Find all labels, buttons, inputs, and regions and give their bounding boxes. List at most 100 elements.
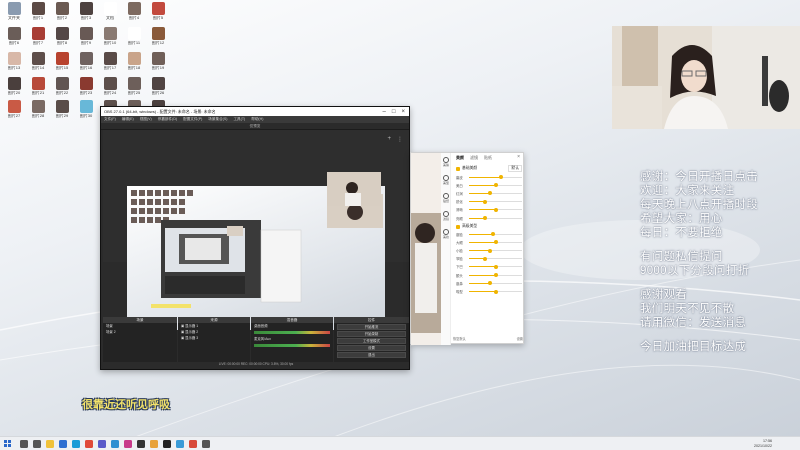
obs-menu-item[interactable]: 配置文件(P): [183, 117, 202, 122]
beauty-slider[interactable]: 大眼: [453, 238, 525, 246]
desktop-icon[interactable]: 图片20: [3, 77, 25, 99]
desktop-icon[interactable]: 图片23: [75, 77, 97, 99]
slider-knob[interactable]: [482, 199, 487, 204]
obs-menu-item[interactable]: 文件(F): [104, 117, 116, 122]
preview-menu-icon[interactable]: ⋮: [397, 136, 403, 143]
slider-track[interactable]: [469, 183, 522, 188]
beauty-nav-item[interactable]: 美妆: [441, 225, 451, 243]
desktop-icon[interactable]: 图片21: [27, 77, 49, 99]
beauty-nav-item[interactable]: 贴纸: [441, 189, 451, 207]
slider-track[interactable]: [469, 289, 522, 294]
desktop-icon[interactable]: 文档: [99, 2, 121, 24]
desktop-icon[interactable]: 图片24: [99, 77, 121, 99]
desktop-icon[interactable]: 图片7: [27, 27, 49, 49]
control-button[interactable]: 开始推流: [337, 324, 406, 330]
maximize-icon[interactable]: □: [392, 109, 396, 115]
slider-track[interactable]: [469, 248, 522, 253]
desktop-icon[interactable]: 图片13: [3, 52, 25, 74]
desktop-icon[interactable]: 图片15: [51, 52, 73, 74]
desktop-icon[interactable]: 图片3: [75, 2, 97, 24]
slider-track[interactable]: [469, 207, 522, 212]
slider-track[interactable]: [469, 232, 522, 237]
photos-icon[interactable]: [123, 439, 132, 448]
slider-track[interactable]: [469, 281, 522, 286]
media-icon[interactable]: [136, 439, 145, 448]
beauty-app-icon[interactable]: [149, 439, 158, 448]
beauty-slider[interactable]: 瘦鼻: [453, 279, 525, 287]
obs-menu-item[interactable]: 场景集合(S): [208, 117, 227, 122]
control-button[interactable]: 工作室模式: [337, 338, 406, 344]
desktop-icon[interactable]: 图片12: [147, 27, 169, 49]
slider-track[interactable]: [469, 240, 522, 245]
beauty-tab[interactable]: 贴纸: [484, 155, 492, 161]
obs-menu-item[interactable]: 视图(V): [140, 117, 152, 122]
scene-item[interactable]: 场景 2: [103, 329, 177, 335]
beauty-slider[interactable]: 下巴: [453, 263, 525, 271]
slider-track[interactable]: [469, 273, 522, 278]
chrome-icon[interactable]: [84, 439, 93, 448]
desktop-icon[interactable]: 图片10: [99, 27, 121, 49]
source-item[interactable]: ▣ 显示器 3: [178, 335, 250, 341]
beauty-slider[interactable]: 瘦脸: [453, 230, 525, 238]
slider-track[interactable]: [469, 199, 522, 204]
obs-menu-item[interactable]: 帮助(H): [251, 117, 263, 122]
slider-knob[interactable]: [482, 216, 487, 221]
obs-titlebar[interactable]: OBS 27.0.1 (64-bit, windows) - 配置文件: 未命名…: [101, 107, 409, 116]
desktop-icon[interactable]: 图片18: [123, 52, 145, 74]
obs-menu-item[interactable]: 工具(T): [233, 117, 245, 122]
search-icon[interactable]: [19, 439, 28, 448]
obs-icon[interactable]: [162, 439, 171, 448]
slider-knob[interactable]: [493, 207, 498, 212]
reset-button[interactable]: 恢复默认: [453, 336, 466, 341]
desktop-icon[interactable]: 图片25: [123, 77, 145, 99]
obs-menu-item[interactable]: 停靠部件(D): [158, 117, 177, 122]
desktop-icon[interactable]: 图片5: [147, 2, 169, 24]
slider-knob[interactable]: [493, 240, 498, 245]
qq-icon[interactable]: [175, 439, 184, 448]
slider-knob[interactable]: [493, 183, 498, 188]
beauty-slider[interactable]: 红润: [453, 189, 525, 197]
slider-knob[interactable]: [488, 281, 493, 286]
slider-track[interactable]: [469, 216, 522, 221]
control-button[interactable]: 设置: [337, 345, 406, 351]
close-icon[interactable]: ×: [401, 109, 405, 115]
beauty-slider[interactable]: 额头: [453, 271, 525, 279]
slider-track[interactable]: [469, 256, 522, 261]
desktop-icon[interactable]: 文件夹: [3, 2, 25, 24]
beauty-slider[interactable]: 美白: [453, 181, 525, 189]
desktop-icon[interactable]: 图片19: [147, 52, 169, 74]
beauty-slider[interactable]: 窄脸: [453, 255, 525, 263]
beauty-nav-item[interactable]: 美型: [441, 171, 451, 189]
slider-knob[interactable]: [490, 232, 495, 237]
obs-window[interactable]: OBS 27.0.1 (64-bit, windows) - 配置文件: 未命名…: [100, 106, 410, 370]
beauty-slider[interactable]: 小脸: [453, 247, 525, 255]
desktop-icon[interactable]: 图片16: [75, 52, 97, 74]
beauty-panel[interactable]: 美肤 美型 贴纸 滤镜 美妆 美颜 滤镜 贴纸 基础美颜 默认 磨皮 美白 红润 锐化 清晰 亮眼 高…: [410, 152, 525, 345]
beauty-slider[interactable]: 嘴型: [453, 287, 525, 295]
desktop-icon[interactable]: 图片29: [51, 100, 73, 122]
store-icon[interactable]: [110, 439, 119, 448]
edge-icon[interactable]: [71, 439, 80, 448]
obs-preview[interactable]: + ⋮: [103, 130, 409, 330]
desktop-icon[interactable]: 图片26: [147, 77, 169, 99]
slider-knob[interactable]: [493, 289, 498, 294]
desktop-icon[interactable]: 图片6: [3, 27, 25, 49]
control-button[interactable]: 退出: [337, 352, 406, 358]
beauty-slider[interactable]: 亮眼: [453, 214, 525, 222]
slider-knob[interactable]: [488, 191, 493, 196]
task-view-icon[interactable]: [32, 439, 41, 448]
beauty-slider[interactable]: 清晰: [453, 206, 525, 214]
preset-select[interactable]: 默认: [508, 165, 522, 172]
slider-track[interactable]: [469, 175, 522, 180]
settings-icon[interactable]: [201, 439, 210, 448]
beauty-nav-item[interactable]: 滤镜: [441, 207, 451, 225]
system-clock[interactable]: 17:56 2021/10/22: [754, 439, 800, 447]
slider-track[interactable]: [469, 191, 522, 196]
beauty-tab[interactable]: 美颜: [456, 155, 464, 161]
beauty-slider[interactable]: 锐化: [453, 198, 525, 206]
desktop-icon[interactable]: 图片30: [75, 100, 97, 122]
desktop-icon[interactable]: 图片11: [123, 27, 145, 49]
desktop-icon[interactable]: 图片4: [123, 2, 145, 24]
slider-knob[interactable]: [482, 256, 487, 261]
desktop-icon[interactable]: 图片9: [75, 27, 97, 49]
